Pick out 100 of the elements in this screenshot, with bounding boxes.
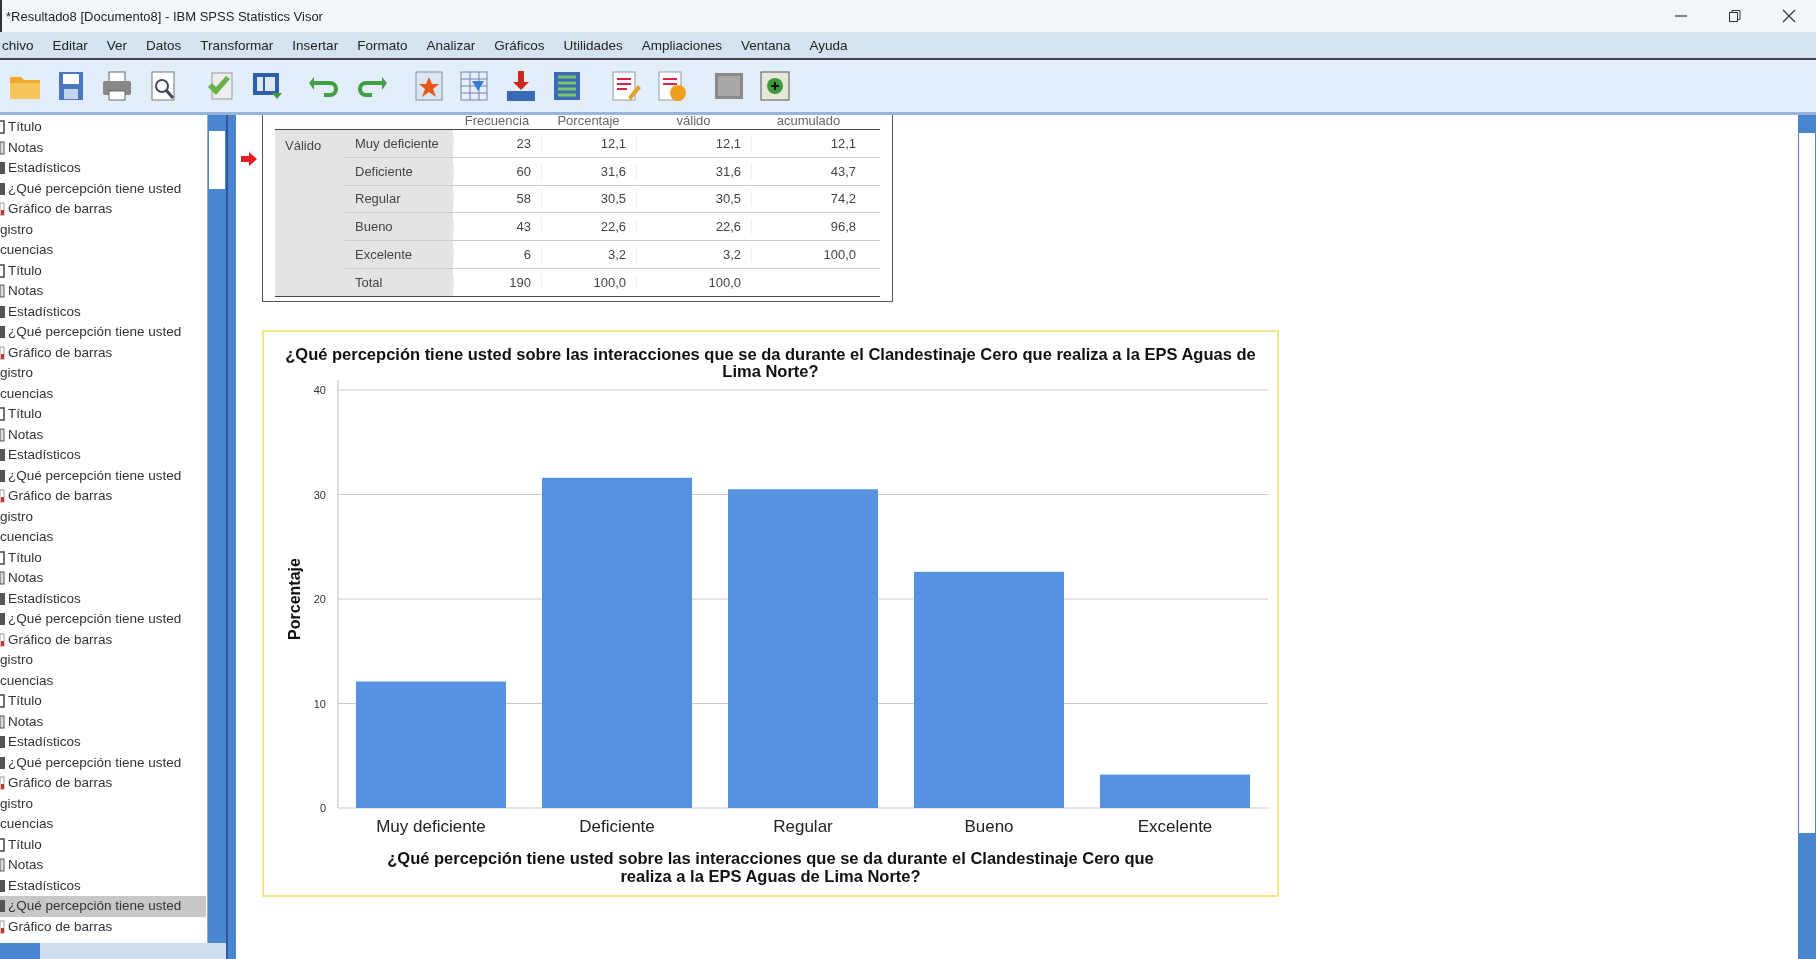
- menu-item[interactable]: Ver: [106, 37, 128, 53]
- tree-item[interactable]: Estadísticos: [0, 875, 206, 896]
- tree-item[interactable]: Estadísticos: [0, 732, 206, 753]
- tree-item[interactable]: cuencias: [0, 240, 206, 261]
- menu-item[interactable]: Gráficos: [494, 37, 545, 53]
- download-icon[interactable]: [504, 69, 538, 103]
- axis-tick-label: 30: [313, 488, 326, 501]
- row-label: Deficiente: [345, 157, 453, 185]
- tree-item[interactable]: Gráfico de barras: [0, 199, 206, 220]
- tree-item[interactable]: Título: [0, 117, 206, 138]
- tree-item[interactable]: Título: [0, 260, 206, 281]
- menu-item[interactable]: Analizar: [426, 37, 476, 53]
- tree-item[interactable]: Notas: [0, 855, 206, 876]
- tree-item[interactable]: ¿Qué percepción tiene usted: [0, 896, 206, 917]
- tree-item[interactable]: Notas: [0, 137, 206, 158]
- row-label: Muy deficiente: [345, 130, 453, 157]
- restore-icon[interactable]: [1728, 9, 1742, 23]
- row-group-label: Válido: [275, 130, 345, 296]
- table-cell: 30,5: [636, 191, 751, 207]
- tree-item[interactable]: Notas: [0, 568, 206, 589]
- menu-item[interactable]: Ventana: [741, 37, 791, 53]
- tree-item[interactable]: cuencias: [0, 670, 206, 691]
- table-icon: [0, 612, 5, 627]
- tree-item[interactable]: cuencias: [0, 383, 206, 404]
- table-icon: [0, 468, 5, 483]
- tree-item[interactable]: cuencias: [0, 814, 206, 835]
- note-icon: [0, 858, 5, 873]
- tree-item[interactable]: ¿Qué percepción tiene usted: [0, 465, 206, 486]
- menu-item[interactable]: Utilidades: [563, 37, 623, 53]
- menu-item[interactable]: Formato: [357, 37, 408, 53]
- table-cell: 60: [453, 163, 541, 179]
- column-header: acumulado: [775, 115, 842, 129]
- plus-icon[interactable]: [758, 69, 792, 103]
- tree-item[interactable]: ¿Qué percepción tiene usted: [0, 752, 206, 773]
- scrollbar[interactable]: [207, 115, 226, 943]
- horizontal-scrollbar[interactable]: [0, 943, 226, 959]
- table-cell: 31,6: [636, 163, 751, 179]
- menu-item[interactable]: Insertar: [292, 37, 339, 53]
- axis-tick-label: 20: [313, 593, 326, 606]
- table-cell: 58: [453, 191, 541, 207]
- tree-item[interactable]: Notas: [0, 424, 206, 445]
- table-cell: 30,5: [541, 191, 636, 207]
- chart-title: ¿Qué percepción tiene usted sobre las interacciones que se da durante el Clandestinaje Cero que realiza a la EPS Aguas de Lima Norte?: [284, 345, 1257, 381]
- tree-item[interactable]: Estadísticos: [0, 301, 206, 322]
- tree-item[interactable]: cuencias: [0, 527, 206, 548]
- tree-item[interactable]: Estadísticos: [0, 445, 206, 466]
- tree-item[interactable]: Gráfico de barras: [0, 342, 206, 363]
- tree-item[interactable]: Gráfico de barras: [0, 916, 206, 937]
- scrollbar[interactable]: [1798, 115, 1816, 959]
- menu-item[interactable]: Transformar: [200, 37, 274, 53]
- menu-item[interactable]: Ampliaciones: [641, 37, 723, 53]
- tree-item[interactable]: gistro: [0, 650, 206, 671]
- tree-item[interactable]: Título: [0, 691, 206, 712]
- tree-item[interactable]: Título: [0, 547, 206, 568]
- table-icon: [0, 591, 5, 606]
- note-icon: [0, 571, 5, 586]
- note-icon: [0, 714, 5, 729]
- tree-item[interactable]: Estadísticos: [0, 158, 206, 179]
- note-icon: [0, 284, 5, 299]
- tree-item[interactable]: Notas: [0, 281, 206, 302]
- tree-item[interactable]: Gráfico de barras: [0, 486, 206, 507]
- tree-item[interactable]: Notas: [0, 711, 206, 732]
- bracket-icon: [0, 263, 5, 278]
- tree-item[interactable]: ¿Qué percepción tiene usted: [0, 322, 206, 343]
- tree-item[interactable]: gistro: [0, 506, 206, 527]
- tree-item[interactable]: Gráfico de barras: [0, 629, 206, 650]
- table-icon: [0, 735, 5, 750]
- print-icon[interactable]: [100, 69, 134, 103]
- close-icon[interactable]: [1782, 9, 1796, 23]
- bracket-icon: [0, 550, 5, 565]
- row-label: Excelente: [345, 241, 453, 268]
- menu-item[interactable]: Editar: [52, 37, 88, 53]
- table-icon: [0, 304, 5, 319]
- tree-item[interactable]: Estadísticos: [0, 588, 206, 609]
- menu-item[interactable]: Ayuda: [809, 37, 848, 53]
- axis-title: ¿Qué percepción tiene usted sobre las interacciones que se da durante el Clandestinaje Cero que realiza a la EPS Aguas de Lima Norte?: [386, 850, 1155, 886]
- tree-item[interactable]: Título: [0, 834, 206, 855]
- bracket-icon: [0, 837, 5, 852]
- column-header: válido: [675, 115, 712, 129]
- category-label: Excelente: [1137, 817, 1213, 837]
- table-cell: 31,6: [541, 163, 636, 179]
- tree-item[interactable]: ¿Qué percepción tiene usted: [0, 178, 206, 199]
- row-label: Bueno: [345, 213, 453, 241]
- menu-item[interactable]: Datos: [146, 37, 182, 53]
- column-header: Porcentaje: [556, 115, 621, 129]
- axis-tick-label: 10: [313, 697, 326, 710]
- tree-item[interactable]: Título: [0, 404, 206, 425]
- tree-item[interactable]: ¿Qué percepción tiene usted: [0, 609, 206, 630]
- tree-item[interactable]: gistro: [0, 219, 206, 240]
- tree-item[interactable]: Gráfico de barras: [0, 773, 206, 794]
- splitter[interactable]: [226, 115, 236, 959]
- table-cell: 43,7: [751, 163, 866, 179]
- tree-item[interactable]: gistro: [0, 363, 206, 384]
- row-label: Regular: [345, 185, 453, 213]
- table-cell: 22,6: [541, 219, 636, 235]
- table-cell: 100,0: [636, 274, 751, 290]
- menu-item[interactable]: chivo: [2, 37, 34, 53]
- table-cell: 12,1: [541, 135, 636, 151]
- tree-item[interactable]: gistro: [0, 793, 206, 814]
- table-cell: 100,0: [751, 247, 866, 263]
